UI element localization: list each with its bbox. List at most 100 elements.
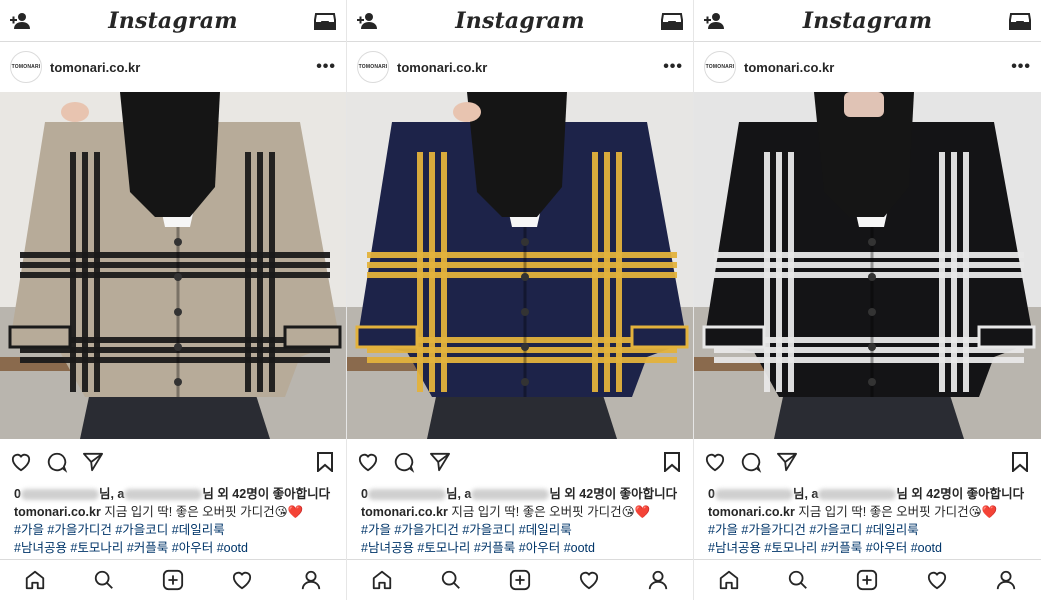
- add-user-icon[interactable]: [10, 10, 32, 32]
- left-cuff: [8, 325, 72, 349]
- hashtags-line-2[interactable]: #남녀공용 #토모나리 #커플룩 #아우터 #ootd: [694, 539, 1041, 557]
- caption-text: 지금 입기 딱! 좋은 오버핏 가디건😘❤️: [104, 505, 304, 519]
- right-cuff: [977, 325, 1036, 349]
- more-options-icon[interactable]: •••: [663, 59, 683, 75]
- stripe-h: [367, 262, 677, 268]
- post-caption: tomonari.co.kr 지금 입기 딱! 좋은 오버핏 가디건😘❤️: [347, 503, 693, 521]
- post-actions: [0, 439, 346, 485]
- caption-text: 지금 입기 딱! 좋은 오버핏 가디건😘❤️: [451, 505, 651, 519]
- stripe-h: [714, 252, 1024, 258]
- avatar[interactable]: TOMONARI: [357, 51, 389, 83]
- add-user-icon[interactable]: [704, 10, 726, 32]
- inbox-icon[interactable]: [314, 10, 336, 32]
- home-icon[interactable]: [371, 569, 393, 591]
- post-photo[interactable]: [347, 92, 693, 439]
- stripe-h: [367, 357, 677, 363]
- likes-line[interactable]: 0 님, a 님 외 42명이 좋아합니다: [694, 485, 1041, 503]
- new-post-icon[interactable]: [162, 569, 184, 591]
- post-header: TOMONARI tomonari.co.kr •••: [347, 42, 693, 92]
- likes-separator: 님, a: [445, 487, 472, 501]
- button: [868, 273, 876, 281]
- caption-username[interactable]: tomonari.co.kr: [361, 505, 448, 519]
- activity-heart-icon[interactable]: [578, 569, 600, 591]
- bookmark-icon[interactable]: [314, 451, 336, 473]
- hashtags-line-2[interactable]: #남녀공용 #토모나리 #커플룩 #아우터 #ootd: [0, 539, 346, 557]
- inbox-icon[interactable]: [1009, 10, 1031, 32]
- comment-icon[interactable]: [46, 451, 68, 473]
- likes-separator: 님, a: [98, 487, 125, 501]
- stripe-v: [592, 152, 598, 392]
- home-icon[interactable]: [24, 569, 46, 591]
- stripe-h: [20, 262, 330, 268]
- blurred-username: [367, 489, 446, 501]
- right-cuff: [630, 325, 689, 349]
- search-icon[interactable]: [93, 569, 115, 591]
- search-icon[interactable]: [440, 569, 462, 591]
- button: [521, 273, 529, 281]
- caption-text: 지금 입기 딱! 좋은 오버핏 가디건😘❤️: [798, 505, 998, 519]
- avatar[interactable]: TOMONARI: [704, 51, 736, 83]
- button: [868, 343, 876, 351]
- likes-separator: 님, a: [792, 487, 819, 501]
- post-photo[interactable]: [694, 92, 1041, 439]
- bottom-navigation: [347, 559, 693, 600]
- caption-username[interactable]: tomonari.co.kr: [708, 505, 795, 519]
- more-options-icon[interactable]: •••: [1011, 59, 1031, 75]
- post-photo[interactable]: [0, 92, 346, 439]
- hashtags-line-1[interactable]: #가을 #가을가디건 #가을코디 #데일리룩: [0, 521, 346, 539]
- stripe-v: [245, 152, 251, 392]
- button: [868, 378, 876, 386]
- hashtags-line-1[interactable]: #가을 #가을가디건 #가을코디 #데일리룩: [694, 521, 1041, 539]
- post-username[interactable]: tomonari.co.kr: [397, 60, 487, 75]
- stripe-v: [417, 152, 423, 392]
- heart-icon[interactable]: [357, 451, 379, 473]
- inbox-icon[interactable]: [661, 10, 683, 32]
- button: [521, 343, 529, 351]
- button: [174, 238, 182, 246]
- blurred-username: [714, 489, 793, 501]
- new-post-icon[interactable]: [509, 569, 531, 591]
- post-actions: [347, 439, 693, 485]
- left-cuff: [702, 325, 766, 349]
- comment-icon[interactable]: [740, 451, 762, 473]
- post-header: TOMONARI tomonari.co.kr •••: [0, 42, 346, 92]
- stripe-v: [764, 152, 770, 392]
- likes-line[interactable]: 0 님, a 님 외 42명이 좋아합니다: [347, 485, 693, 503]
- share-icon[interactable]: [82, 451, 104, 473]
- app-title: Instagram: [802, 7, 933, 34]
- hashtags-line-1[interactable]: #가을 #가을가디건 #가을코디 #데일리룩: [347, 521, 693, 539]
- post-username[interactable]: tomonari.co.kr: [744, 60, 834, 75]
- stripe-h: [714, 262, 1024, 268]
- comment-icon[interactable]: [393, 451, 415, 473]
- app-title: Instagram: [108, 7, 238, 34]
- stripe-v: [776, 152, 782, 392]
- heart-icon[interactable]: [10, 451, 32, 473]
- profile-icon[interactable]: [300, 569, 322, 591]
- activity-heart-icon[interactable]: [231, 569, 253, 591]
- bookmark-icon[interactable]: [661, 451, 683, 473]
- top-bar: Instagram: [0, 0, 346, 42]
- likes-line[interactable]: 0 님, a 님 외 42명이 좋아합니다: [0, 485, 346, 503]
- bookmark-icon[interactable]: [1009, 451, 1031, 473]
- share-icon[interactable]: [429, 451, 451, 473]
- profile-icon[interactable]: [647, 569, 669, 591]
- blurred-username: [124, 489, 203, 501]
- hashtags-line-2[interactable]: #남녀공용 #토모나리 #커플룩 #아우터 #ootd: [347, 539, 693, 557]
- profile-icon[interactable]: [995, 569, 1017, 591]
- button: [521, 378, 529, 386]
- activity-heart-icon[interactable]: [926, 569, 948, 591]
- post-username[interactable]: tomonari.co.kr: [50, 60, 140, 75]
- share-icon[interactable]: [776, 451, 798, 473]
- caption-username[interactable]: tomonari.co.kr: [14, 505, 101, 519]
- screenshot-row: Instagram TOMONARI tomonari.co.kr ••• 0 님…: [0, 0, 1041, 600]
- blurred-username: [818, 489, 897, 501]
- bottom-navigation: [694, 559, 1041, 600]
- avatar[interactable]: TOMONARI: [10, 51, 42, 83]
- home-icon[interactable]: [718, 569, 740, 591]
- heart-icon[interactable]: [704, 451, 726, 473]
- more-options-icon[interactable]: •••: [316, 59, 336, 75]
- stripe-v: [604, 152, 610, 392]
- new-post-icon[interactable]: [856, 569, 878, 591]
- add-user-icon[interactable]: [357, 10, 379, 32]
- search-icon[interactable]: [787, 569, 809, 591]
